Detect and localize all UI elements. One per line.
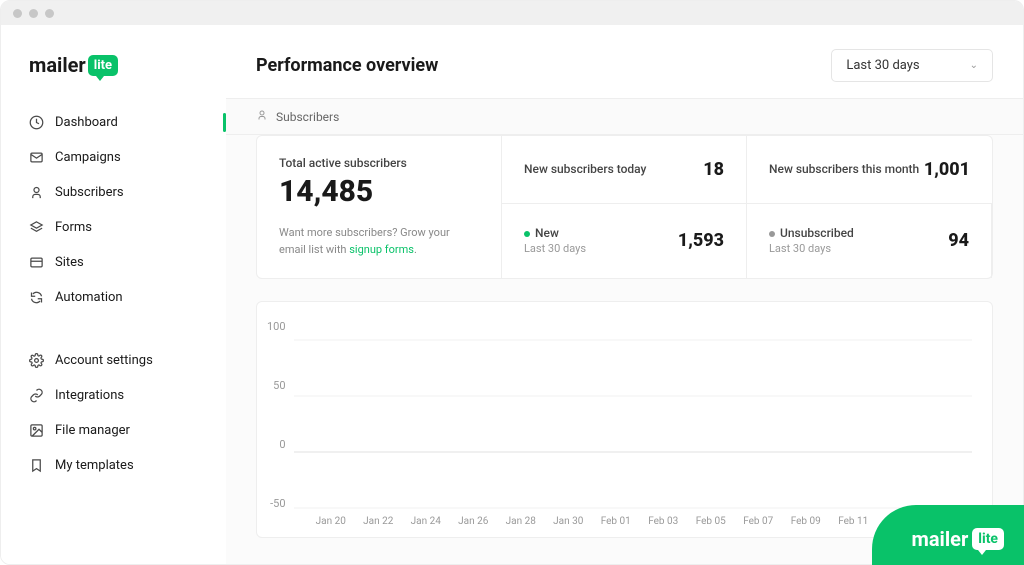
- x-tick: Jan 30: [545, 516, 593, 527]
- stat-total-subscribers: Total active subscribers 14,485 Want mor…: [257, 136, 502, 278]
- link-icon: [29, 388, 44, 403]
- sidebar-item-integrations[interactable]: Integrations: [1, 378, 226, 413]
- chart-y-axis: 100 50 0 -50: [267, 320, 294, 510]
- card-icon: [29, 255, 44, 270]
- user-icon: [29, 185, 44, 200]
- y-tick: 0: [279, 438, 285, 451]
- y-tick: 100: [267, 320, 286, 333]
- page-header: Performance overview Last 30 days ⌄: [226, 25, 1023, 98]
- gear-icon: [29, 353, 44, 368]
- brand-logo[interactable]: mailer lite: [1, 53, 226, 105]
- badge-lite-tag: lite: [972, 528, 1004, 550]
- stat-label: New subscribers this month: [769, 162, 919, 176]
- x-tick: Feb 09: [782, 516, 830, 527]
- sidebar: mailer lite Dashboard Campaigns Subscriber…: [1, 25, 226, 564]
- tab-subscribers[interactable]: Subscribers: [276, 110, 339, 124]
- brand-name: mailer: [29, 53, 86, 77]
- tabs-row: Subscribers: [226, 98, 1023, 135]
- x-tick: Feb 05: [687, 516, 735, 527]
- stat-label: Total active subscribers: [279, 156, 479, 170]
- sidebar-item-campaigns[interactable]: Campaigns: [1, 140, 226, 175]
- sidebar-item-forms[interactable]: Forms: [1, 210, 226, 245]
- sidebar-item-label: Automation: [55, 290, 123, 305]
- sidebar-item-label: File manager: [55, 423, 130, 438]
- sidebar-item-file-manager[interactable]: File manager: [1, 413, 226, 448]
- stat-sub: Last 30 days: [769, 242, 854, 255]
- stat-new-30d: New Last 30 days 1,593: [502, 204, 747, 279]
- traffic-light-red[interactable]: [13, 9, 22, 18]
- sidebar-item-label: Forms: [55, 220, 92, 235]
- primary-nav: Dashboard Campaigns Subscribers Forms Sites A…: [1, 105, 226, 315]
- signup-forms-link[interactable]: signup forms: [349, 243, 414, 256]
- sidebar-item-label: Dashboard: [55, 115, 118, 130]
- stats-grid: Total active subscribers 14,485 Want mor…: [256, 135, 993, 279]
- clock-icon: [29, 115, 44, 130]
- page-title: Performance overview: [256, 55, 438, 76]
- stat-new-month: New subscribers this month 1,001: [747, 136, 992, 204]
- refresh-icon: [29, 290, 44, 305]
- y-tick: -50: [270, 497, 285, 510]
- chart-plot: [294, 320, 972, 510]
- mail-icon: [29, 150, 44, 165]
- y-tick: 50: [273, 379, 285, 392]
- x-tick: Feb 03: [640, 516, 688, 527]
- brand-badge: lite: [88, 55, 118, 76]
- date-range-label: Last 30 days: [846, 58, 919, 73]
- x-tick: Jan 22: [355, 516, 403, 527]
- x-tick: Jan 24: [402, 516, 450, 527]
- sidebar-item-label: Integrations: [55, 388, 124, 403]
- stat-label: Unsubscribed: [769, 226, 854, 240]
- x-tick: Jan 20: [307, 516, 355, 527]
- date-range-dropdown[interactable]: Last 30 days ⌄: [831, 49, 993, 82]
- stat-new-today: New subscribers today 18: [502, 136, 747, 204]
- badge-name: mailer: [912, 527, 969, 551]
- stack-icon: [29, 220, 44, 235]
- stat-label: New: [524, 226, 586, 240]
- stat-value: 94: [948, 230, 969, 251]
- stat-value: 1,001: [924, 159, 970, 180]
- x-tick: Feb 11: [830, 516, 878, 527]
- secondary-nav: Account settings Integrations File manager…: [1, 343, 226, 483]
- mailerlite-badge[interactable]: mailer lite: [872, 505, 1024, 565]
- sidebar-item-label: Subscribers: [55, 185, 124, 200]
- dot-grey-icon: [769, 231, 775, 237]
- x-tick: Feb 01: [592, 516, 640, 527]
- image-icon: [29, 423, 44, 438]
- sidebar-item-label: Account settings: [55, 353, 153, 368]
- sidebar-item-account-settings[interactable]: Account settings: [1, 343, 226, 378]
- stat-label: New subscribers today: [524, 162, 646, 176]
- x-tick: Jan 28: [497, 516, 545, 527]
- stat-value: 14,485: [279, 174, 479, 209]
- dot-green-icon: [524, 231, 530, 237]
- user-icon: [256, 109, 268, 124]
- stat-value: 18: [703, 159, 724, 180]
- sidebar-item-label: Campaigns: [55, 150, 121, 165]
- sidebar-item-sites[interactable]: Sites: [1, 245, 226, 280]
- stat-sub: Last 30 days: [524, 242, 586, 255]
- x-tick: Jan 26: [450, 516, 498, 527]
- sidebar-item-label: Sites: [55, 255, 84, 270]
- sidebar-item-my-templates[interactable]: My templates: [1, 448, 226, 483]
- bookmark-icon: [29, 458, 44, 473]
- x-tick: Feb 07: [735, 516, 783, 527]
- subscribers-chart: 100500-50 Jan 2: [256, 301, 993, 538]
- chevron-down-icon: ⌄: [970, 60, 978, 71]
- sidebar-item-automation[interactable]: Automation: [1, 280, 226, 315]
- sidebar-item-label: My templates: [55, 458, 134, 473]
- chart-x-axis: Jan 20Jan 22Jan 24Jan 26Jan 28Jan 30Feb …: [267, 510, 972, 527]
- stat-value: 1,593: [678, 230, 724, 251]
- traffic-light-green[interactable]: [45, 9, 54, 18]
- traffic-light-yellow[interactable]: [29, 9, 38, 18]
- stat-hint: Want more subscribers? Grow your email l…: [279, 225, 479, 258]
- main-content: Performance overview Last 30 days ⌄ Subs…: [226, 25, 1023, 564]
- sidebar-item-dashboard[interactable]: Dashboard: [1, 105, 226, 140]
- sidebar-item-subscribers[interactable]: Subscribers: [1, 175, 226, 210]
- window-titlebar: [1, 1, 1023, 25]
- stat-unsub-30d: Unsubscribed Last 30 days 94: [747, 204, 992, 279]
